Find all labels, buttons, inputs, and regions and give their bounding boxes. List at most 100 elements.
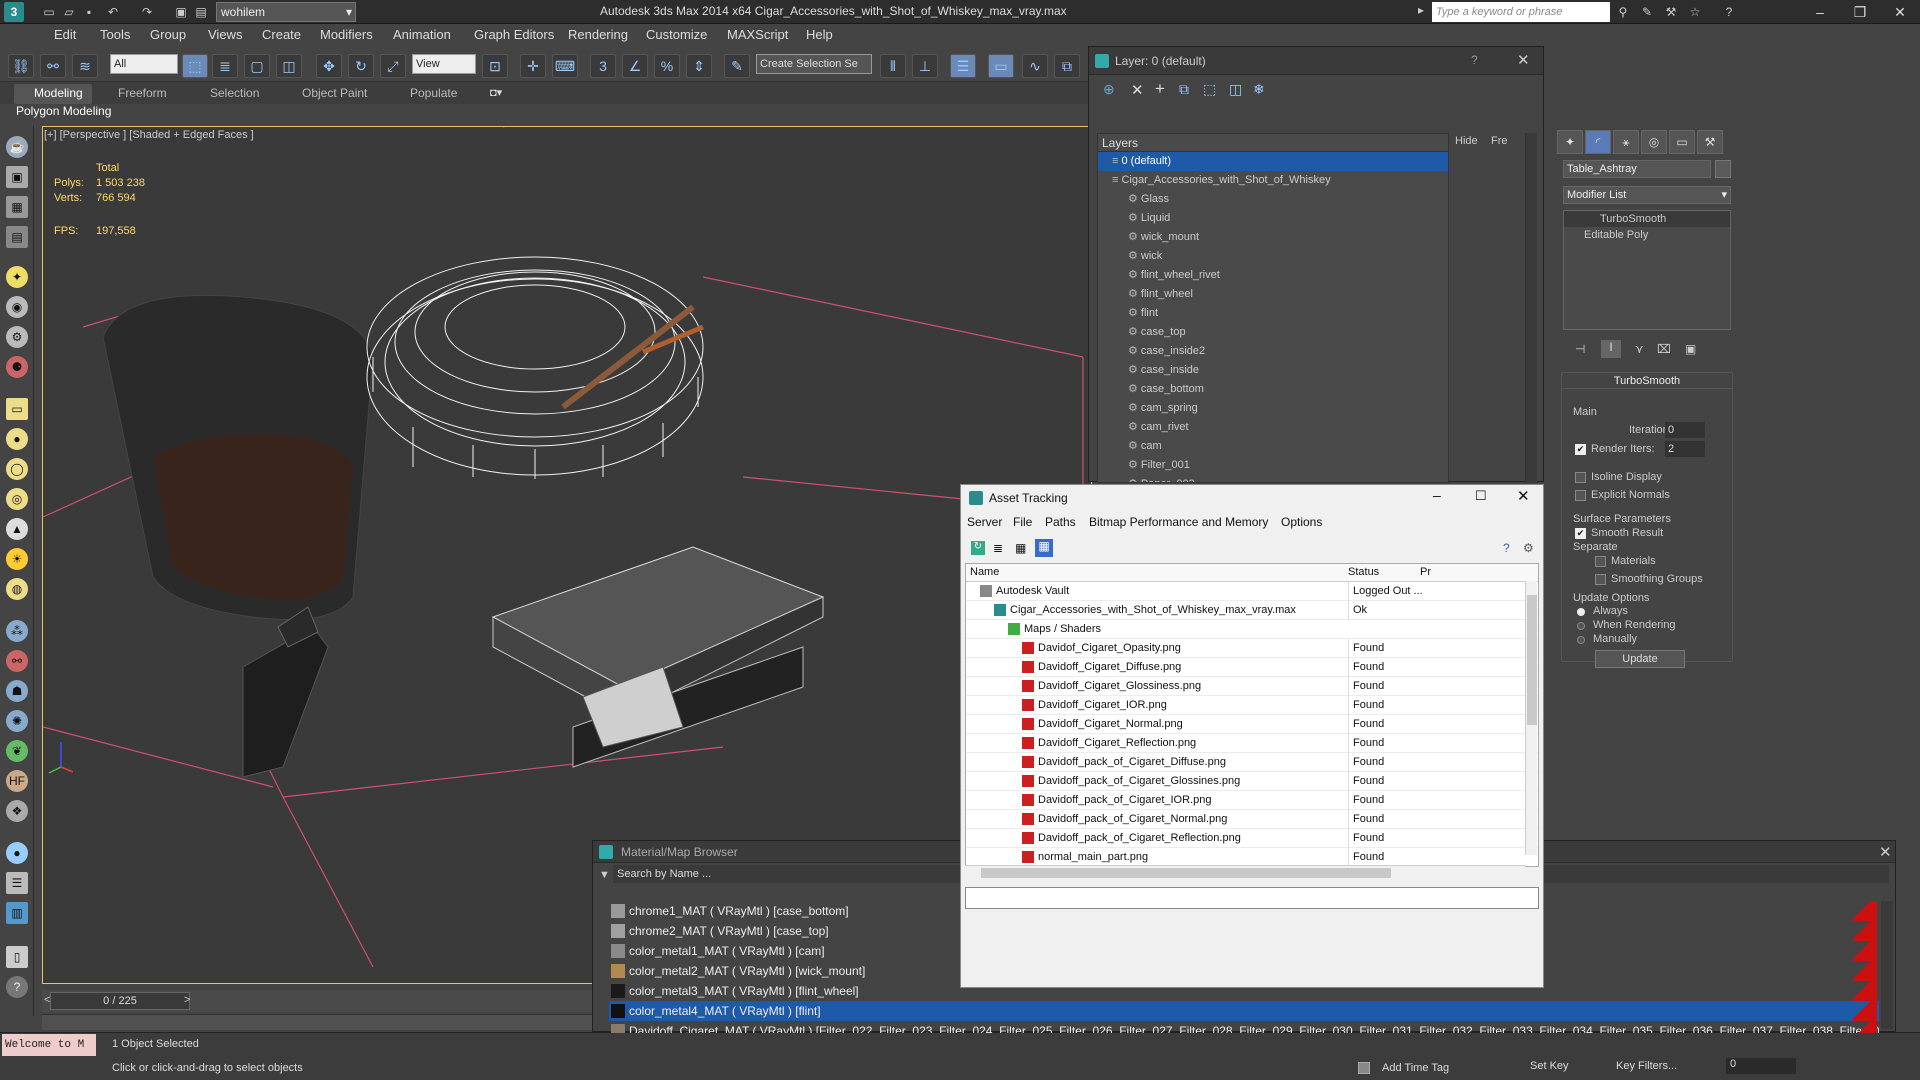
add-time-tag-icon[interactable] [1358, 1062, 1370, 1074]
menu-animation[interactable]: Animation [393, 27, 451, 42]
link-icon[interactable]: ⛓ [8, 54, 34, 78]
rotate-icon[interactable]: ↻ [348, 54, 374, 78]
ribbon-options-icon[interactable]: ◘▾ [490, 86, 502, 99]
hair-icon[interactable]: HF [6, 770, 28, 792]
hide-all-layers-icon[interactable]: ◫ [1229, 81, 1242, 98]
modifier-list-dropdown[interactable]: Modifier List ▾ [1563, 186, 1731, 204]
sun-icon[interactable]: ☀ [6, 548, 28, 570]
status-column-header[interactable]: Status [1348, 566, 1379, 578]
scale-icon[interactable]: ⤢ [380, 54, 406, 78]
menu-maxscript[interactable]: MAXScript [727, 27, 788, 42]
document-icon[interactable]: ▯ [6, 946, 28, 968]
layer-row[interactable]: ⚙ Glass [1098, 190, 1448, 209]
curve-editor-icon[interactable]: ∿ [1022, 54, 1048, 78]
box-icon[interactable]: ◯ [6, 458, 28, 480]
smoothing-groups-checkbox[interactable] [1595, 574, 1606, 585]
layer-row[interactable]: ≡ 0 (default) [1098, 152, 1448, 171]
render-iters-spinner[interactable]: 2 [1665, 441, 1705, 457]
asset-row[interactable]: Autodesk Vault Logged Out ... [966, 582, 1538, 601]
app-logo-icon[interactable]: 3 [4, 2, 24, 22]
spinner-snap-icon[interactable]: ⇕ [686, 54, 712, 78]
asset-row[interactable]: Davidoff_pack_of_Cigaret_Normal.png Found [966, 810, 1538, 829]
ribbon-toggle-icon[interactable]: ▭ [988, 54, 1014, 78]
layer-row[interactable]: ⚙ wick_mount [1098, 228, 1448, 247]
asset-row[interactable]: Davidof_Cigaret_Opasity.png Found [966, 639, 1538, 658]
pin-stack-icon[interactable]: ⊣ [1575, 342, 1585, 356]
viewport-label[interactable]: [+] [Perspective ] [Shaded + Edged Faces… [44, 129, 254, 141]
favorites-star-icon[interactable]: ☆ [1686, 3, 1704, 21]
create-tab-icon[interactable]: ✦ [1557, 130, 1583, 154]
asset-row[interactable]: Maps / Shaders [966, 620, 1538, 639]
select-manipulate-icon[interactable]: ✛ [520, 54, 546, 78]
viewport-layout-icon[interactable]: ▥ [6, 902, 28, 924]
layer-row[interactable]: ≡ Cigar_Accessories_with_Shot_of_Whiskey [1098, 171, 1448, 190]
layer-row[interactable]: ⚙ cam [1098, 437, 1448, 456]
smooth-result-checkbox[interactable]: ✔ [1575, 528, 1586, 539]
materials-checkbox[interactable] [1595, 556, 1606, 567]
remove-modifier-icon[interactable]: ⌧ [1657, 342, 1671, 356]
new-file-icon[interactable]: ▭ [40, 3, 58, 21]
layer-row[interactable]: ⚙ flint [1098, 304, 1448, 323]
biped-icon[interactable]: ☗ [6, 680, 28, 702]
redo-icon[interactable]: ↷ [138, 3, 156, 21]
layer-help-icon[interactable]: ? [1471, 53, 1478, 67]
asset-menu-file[interactable]: File [1013, 515, 1032, 529]
set-key-label[interactable]: Set Key [1530, 1060, 1569, 1072]
freeze-all-layers-icon[interactable]: ❄ [1253, 81, 1265, 98]
restore-icon[interactable]: ❐ [1840, 2, 1880, 22]
asset-table-hscrollbar[interactable] [965, 865, 1525, 879]
menu-graph-editors[interactable]: Graph Editors [474, 27, 554, 42]
menu-help[interactable]: Help [806, 27, 833, 42]
layer-row[interactable]: ⚙ flint_wheel [1098, 285, 1448, 304]
freeze-column-header[interactable]: Fre [1491, 135, 1508, 147]
modify-tab-icon[interactable]: ◜ [1585, 130, 1611, 154]
layer-row[interactable]: ⚙ Filter_001 [1098, 456, 1448, 475]
system-icon[interactable]: ⚈ [6, 356, 28, 378]
sphere-icon[interactable]: ● [6, 428, 28, 450]
refresh-icon[interactable]: ↻ [971, 541, 985, 555]
name-column-header[interactable]: Name [970, 566, 999, 578]
close-icon[interactable]: ✕ [1880, 2, 1920, 22]
select-by-name-icon[interactable]: ≣ [212, 54, 238, 78]
pivot-icon[interactable]: ⊡ [482, 54, 508, 78]
foliage-icon[interactable]: ❦ [6, 740, 28, 762]
hierarchy-tab-icon[interactable]: ⚹ [1613, 130, 1639, 154]
time-slider-prev-icon[interactable]: < [44, 994, 50, 1006]
schematic-view-icon[interactable]: ⧉ [1054, 54, 1080, 78]
layer-row[interactable]: ⚙ case_top [1098, 323, 1448, 342]
thumbnail-view-icon[interactable]: ▦ [1015, 541, 1026, 555]
hide-column-header[interactable]: Hide [1455, 135, 1478, 147]
asset-row[interactable]: Davidoff_pack_of_Cigaret_Diffuse.png Foun… [966, 753, 1538, 772]
always-radio[interactable] [1577, 608, 1585, 616]
bone-icon[interactable]: ⚯ [6, 650, 28, 672]
highlight-selected-layer-icon[interactable]: ⬚ [1203, 81, 1216, 98]
layer-row[interactable]: ⚙ case_inside [1098, 361, 1448, 380]
browser-options-icon[interactable]: ▼ [599, 869, 610, 881]
search-input[interactable]: Type a keyword or phrase [1432, 2, 1610, 22]
configure-modifier-sets-icon[interactable]: ▣ [1685, 342, 1696, 356]
render-iters-checkbox[interactable]: ✔ [1575, 444, 1586, 455]
asset-table-vscrollbar[interactable] [1525, 581, 1537, 855]
menu-modifiers[interactable]: Modifiers [320, 27, 373, 42]
snaps-toggle-icon[interactable]: 3 [590, 54, 616, 78]
layer-list-scrollbar[interactable] [1525, 133, 1537, 483]
named-selection-dropdown[interactable]: Create Selection Se [756, 54, 872, 74]
iterations-spinner[interactable]: 0 [1665, 422, 1705, 438]
motion-tab-icon[interactable]: ◎ [1641, 130, 1667, 154]
layer-close-icon[interactable]: ✕ [1517, 51, 1530, 69]
undo-icon[interactable]: ↶ [104, 3, 122, 21]
asset-menu-options[interactable]: Options [1281, 515, 1322, 529]
modifier-stack-item-turbosmooth[interactable]: TurboSmooth [1564, 211, 1730, 227]
camera-icon[interactable]: ◉ [6, 296, 28, 318]
help-icon[interactable]: ? [1720, 3, 1738, 21]
move-icon[interactable]: ✥ [316, 54, 342, 78]
asset-maximize-icon[interactable]: ☐ [1475, 488, 1487, 504]
asset-table-vscroll-thumb[interactable] [1527, 595, 1537, 725]
asset-row[interactable]: Davidoff_Cigaret_Reflection.png Found [966, 734, 1538, 753]
material-row[interactable]: color_metal4_MAT ( VRayMtl ) [flint] [609, 1001, 1879, 1021]
rect-selection-icon[interactable]: ▢ [244, 54, 270, 78]
make-unique-icon[interactable]: ⋎ [1635, 342, 1644, 356]
ribbon-tab-populate[interactable]: Populate [410, 86, 457, 100]
material-row[interactable]: Davidoff_Cigaret_MAT ( VRayMtl ) [Filter… [609, 1021, 1879, 1033]
menu-create[interactable]: Create [262, 27, 301, 42]
